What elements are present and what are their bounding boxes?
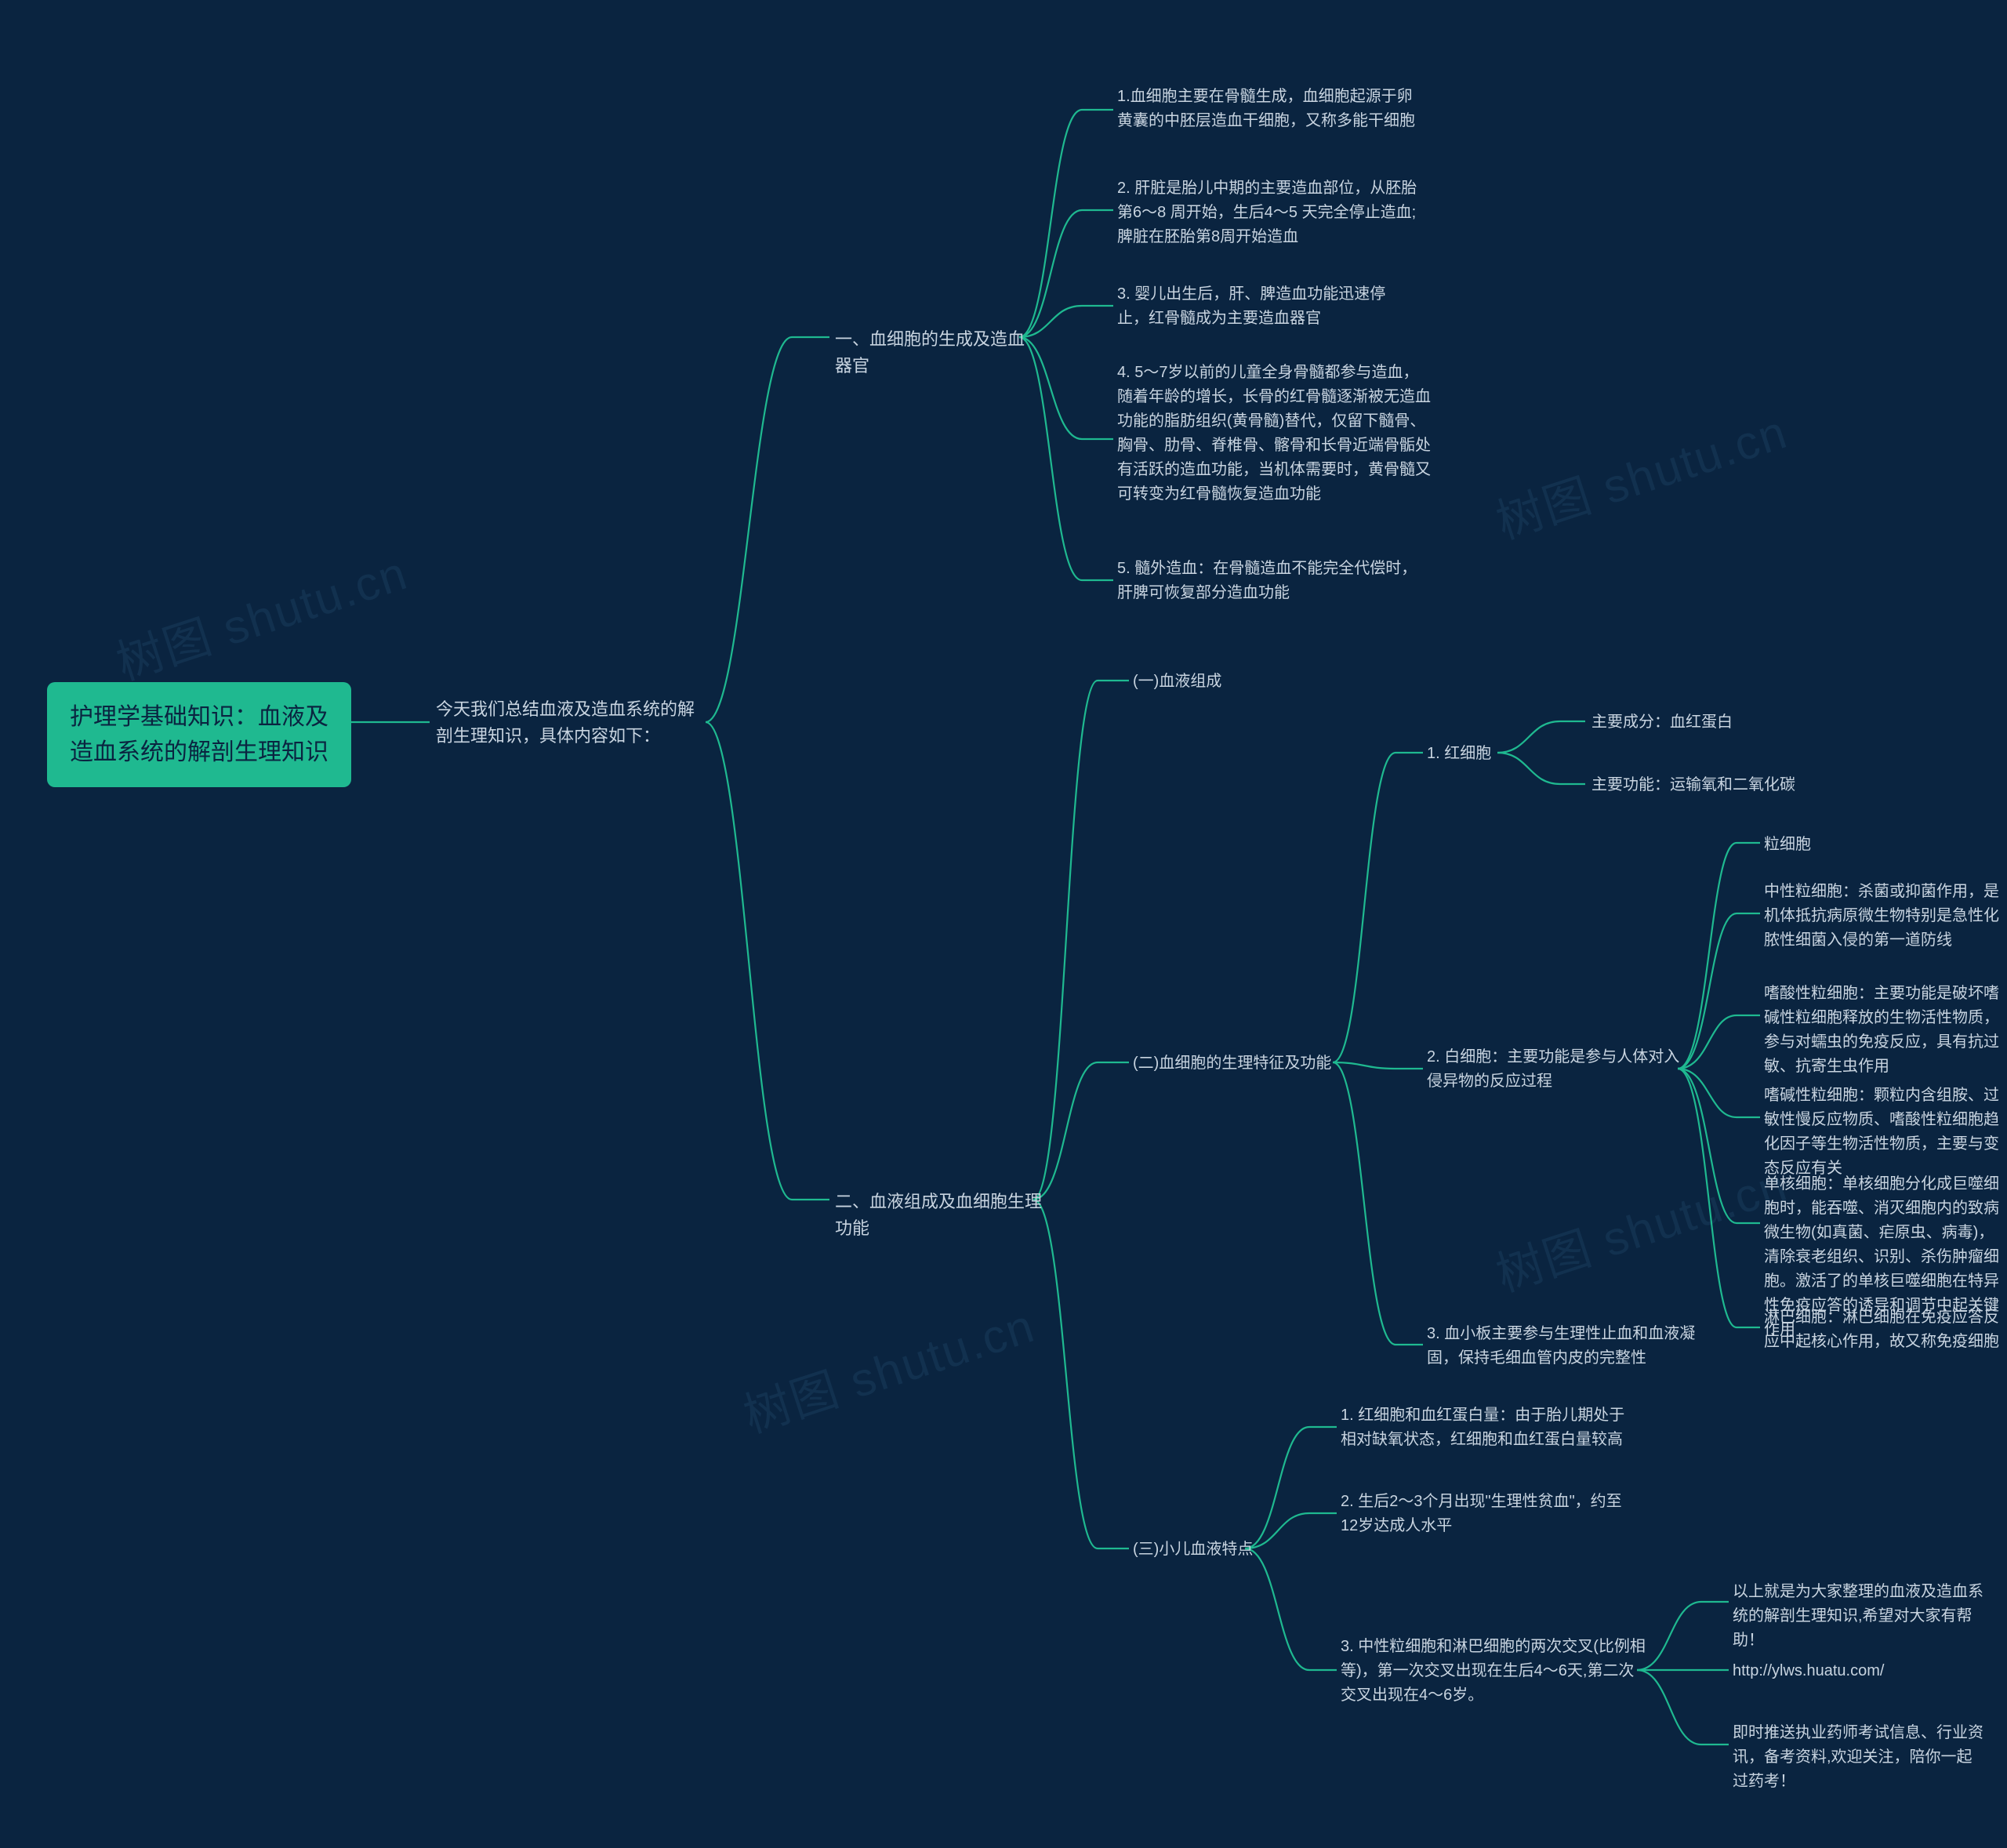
sec2c-p2[interactable]: 2. 生后2～3个月出现"生理性贫血"，约至12岁达成人水平: [1341, 1490, 1639, 1538]
sec2c-p1[interactable]: 1. 红细胞和血红蛋白量：由于胎儿期处于相对缺氧状态，红细胞和血红蛋白量较高: [1341, 1403, 1639, 1452]
section1-title[interactable]: 一、血细胞的生成及造血器官: [835, 326, 1039, 379]
section1-p2[interactable]: 2. 肝脏是胎儿中期的主要造血部位，从胚胎第6～8 周开始，生后4～5 天完全停…: [1117, 176, 1431, 249]
section2-title[interactable]: 二、血液组成及血细胞生理功能: [835, 1189, 1054, 1242]
wbc-g6[interactable]: 淋巴细胞：淋巴细胞在免疫应答反应中起核心作用，故又称免疫细胞: [1764, 1305, 1999, 1354]
section1-p1[interactable]: 1.血细胞主要在骨髓生成，血细胞起源于卵黄囊的中胚层造血干细胞，又称多能干细胞: [1117, 85, 1415, 133]
footer-note-2[interactable]: 即时推送执业药师考试信息、行业资讯，备考资料,欢迎关注，陪你一起过药考！: [1733, 1721, 1983, 1794]
rbc-c2[interactable]: 主要功能：运输氧和二氧化碳: [1591, 773, 1827, 797]
rbc-c1[interactable]: 主要成分：血红蛋白: [1591, 710, 1795, 735]
wbc-g1[interactable]: 粒细胞: [1764, 833, 1983, 857]
watermark: 树图 shutu.cn: [107, 536, 416, 694]
section1-p5[interactable]: 5. 髓外造血：在骨髓造血不能完全代偿时，肝脾可恢复部分造血功能: [1117, 557, 1423, 605]
section1-p3[interactable]: 3. 婴儿出生后，肝、脾造血功能迅速停止，红骨髓成为主要造血器官: [1117, 282, 1415, 331]
section2-c-title[interactable]: (三)小儿血液特点: [1133, 1538, 1266, 1562]
section1-p4[interactable]: 4. 5～7岁以前的儿童全身骨髓都参与造血，随着年龄的增长，长骨的红骨髓逐渐被无…: [1117, 361, 1431, 506]
watermark: 树图 shutu.cn: [734, 1288, 1043, 1447]
sec2c-p3[interactable]: 3. 中性粒细胞和淋巴细胞的两次交叉(比例相等)，第一次交叉出现在生后4～6天,…: [1341, 1635, 1646, 1708]
wbc-g2[interactable]: 中性粒细胞：杀菌或抑菌作用，是机体抵抗病原微生物特别是急性化脓性细菌入侵的第一道…: [1764, 880, 1999, 953]
footer-link[interactable]: http://ylws.huatu.com/: [1733, 1659, 1983, 1683]
rbc-node[interactable]: 1. 红细胞: [1427, 742, 1513, 766]
mindmap-canvas: 树图 shutu.cn 树图 shutu.cn 树图 shutu.cn 树图 s…: [0, 0, 2007, 1848]
intro-node[interactable]: 今天我们总结血液及造血系统的解剖生理知识，具体内容如下：: [436, 696, 710, 750]
plt-node[interactable]: 3. 血小板主要参与生理性止血和血液凝固，保持毛细血管内皮的完整性: [1427, 1322, 1725, 1371]
watermark: 树图 shutu.cn: [1486, 1147, 1795, 1305]
wbc-g4[interactable]: 嗜碱性粒细胞：颗粒内含组胺、过敏性慢反应物质、嗜酸性粒细胞趋化因子等生物活性物质…: [1764, 1084, 1999, 1181]
section2-a[interactable]: (一)血液组成: [1133, 670, 1305, 694]
wbc-g3[interactable]: 嗜酸性粒细胞：主要功能是破坏嗜碱性粒细胞释放的生物活性物质，参与对蠕虫的免疫反应…: [1764, 982, 1999, 1079]
wbc-node[interactable]: 2. 白细胞：主要功能是参与人体对入侵异物的反应过程: [1427, 1045, 1686, 1094]
root-node[interactable]: 护理学基础知识：血液及造血系统的解剖生理知识: [47, 682, 351, 787]
footer-note-1[interactable]: 以上就是为大家整理的血液及造血系统的解剖生理知识,希望对大家有帮助！: [1733, 1580, 1983, 1653]
watermark: 树图 shutu.cn: [1486, 394, 1795, 553]
connector-lines: [0, 0, 2007, 1848]
section2-b-title[interactable]: (二)血细胞的生理特征及功能: [1133, 1051, 1337, 1076]
